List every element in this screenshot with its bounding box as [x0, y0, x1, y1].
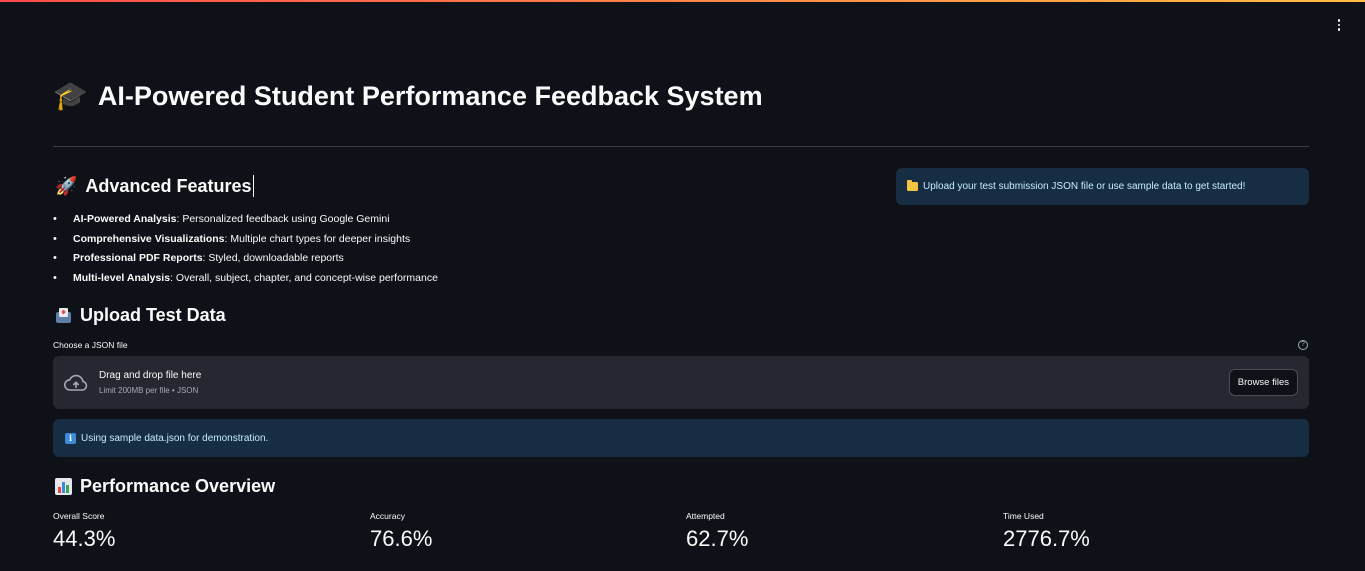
metric-value: 62.7%: [686, 526, 749, 551]
upload-info-banner: Upload your test submission JSON file or…: [896, 168, 1309, 205]
feature-item-desc: : Personalized feedback using Google Gem…: [176, 213, 390, 225]
metric-value: 76.6%: [370, 526, 433, 551]
dropzone-subtitle: Limit 200MB per file • JSON: [99, 385, 199, 395]
feature-item: Comprehensive Visualizations: Multiple c…: [53, 230, 438, 250]
cloud-upload-icon: [64, 374, 88, 391]
upload-info-text: Upload your test submission JSON file or…: [923, 181, 1246, 192]
metric-label: Accuracy: [370, 511, 405, 521]
features-heading: 🚀 Advanced Features: [55, 174, 255, 198]
file-uploader-label: Choose a JSON file: [53, 340, 128, 350]
inbox-icon: [55, 307, 72, 324]
feature-item-title: Professional PDF Reports: [73, 252, 203, 264]
page-title: AI-Powered Student Performance Feedback …: [97, 81, 763, 111]
title-divider: [53, 146, 1309, 147]
feature-item: Professional PDF Reports: Styled, downlo…: [53, 249, 438, 269]
file-dropzone[interactable]: Drag and drop file here Limit 200MB per …: [53, 356, 1309, 409]
metric-attempted: Attempted 62.7%: [686, 510, 748, 553]
feature-item: Multi-level Analysis: Overall, subject, …: [53, 269, 438, 289]
metric-label: Overall Score: [53, 511, 105, 521]
feature-item: AI-Powered Analysis: Personalized feedba…: [53, 210, 438, 230]
feature-item-title: Multi-level Analysis: [73, 271, 171, 284]
graduation-cap-icon: 🎓: [53, 80, 88, 111]
top-decoration-bar: [0, 0, 1365, 2]
dropzone-title: Drag and drop file here: [99, 369, 202, 381]
main-menu-button[interactable]: [1331, 16, 1347, 34]
menu-dot: [1337, 19, 1341, 22]
menu-dot: [1337, 28, 1341, 31]
rocket-icon: 🚀: [55, 175, 78, 196]
page-title-row: 🎓 AI-Powered Student Performance Feedbac…: [53, 78, 763, 114]
info-icon: i: [65, 432, 76, 444]
features-list: AI-Powered Analysis: Personalized feedba…: [53, 210, 438, 288]
metric-value: 2776.7%: [1003, 526, 1090, 551]
folder-icon: [907, 180, 918, 191]
metric-accuracy: Accuracy 76.6%: [370, 510, 432, 553]
upload-heading-text: Upload Test Data: [80, 305, 226, 325]
feature-item-title: AI-Powered Analysis: [73, 213, 177, 225]
performance-heading-text: Performance Overview: [80, 476, 276, 496]
feature-item-title: Comprehensive Visualizations: [73, 232, 225, 245]
browse-files-button[interactable]: Browse files: [1228, 369, 1298, 396]
feature-item-desc: : Styled, downloadable reports: [202, 252, 344, 264]
text-cursor: [253, 175, 255, 197]
menu-dot: [1337, 23, 1341, 27]
help-icon[interactable]: ?: [1298, 340, 1308, 350]
feature-item-desc: : Multiple chart types for deeper insigh…: [224, 232, 411, 245]
features-heading-text: Advanced Features: [85, 176, 252, 196]
metric-label: Attempted: [686, 511, 725, 521]
metric-overall-score: Overall Score 44.3%: [53, 510, 115, 553]
sample-data-text: Using sample data.json for demonstration…: [81, 432, 269, 444]
metric-label: Time Used: [1003, 511, 1044, 521]
metric-value: 44.3%: [53, 526, 116, 551]
performance-heading: Performance Overview: [55, 474, 275, 498]
feature-item-desc: : Overall, subject, chapter, and concept…: [170, 271, 438, 284]
metric-time-used: Time Used 2776.7%: [1003, 510, 1090, 553]
sample-data-notice: i Using sample data.json for demonstrati…: [53, 419, 1309, 457]
upload-heading: Upload Test Data: [55, 303, 226, 327]
bar-chart-icon: [55, 477, 72, 495]
